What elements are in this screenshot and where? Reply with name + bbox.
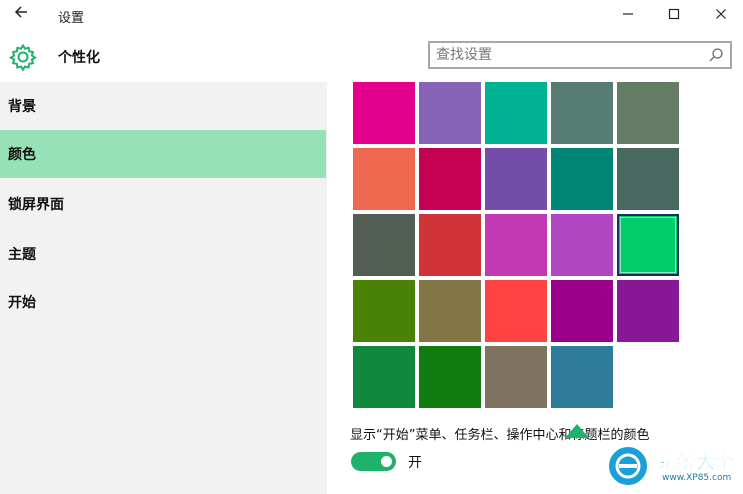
logo-icon [606, 444, 650, 488]
page-title: 个性化 [58, 50, 100, 66]
color-swatch[interactable] [419, 82, 481, 144]
color-swatch[interactable] [419, 214, 481, 276]
minimize-button[interactable] [616, 4, 640, 26]
sidebar-item-themes[interactable]: 主题 [0, 230, 326, 278]
color-swatch[interactable] [485, 214, 547, 276]
color-swatch[interactable] [617, 148, 679, 210]
color-swatch[interactable] [485, 148, 547, 210]
sidebar: 背景 颜色 锁屏界面 主题 开始 [0, 82, 327, 494]
sidebar-item-lock-screen[interactable]: 锁屏界面 [0, 180, 326, 228]
close-button[interactable] [709, 4, 733, 26]
sidebar-item-label: 主题 [8, 247, 36, 263]
color-swatch[interactable] [551, 82, 613, 144]
color-swatch[interactable] [551, 280, 613, 342]
color-swatch[interactable] [551, 346, 613, 408]
sidebar-item-start[interactable]: 开始 [0, 278, 326, 326]
color-swatch[interactable] [419, 346, 481, 408]
sidebar-item-label: 锁屏界面 [8, 197, 64, 213]
color-swatch[interactable] [551, 148, 613, 210]
toggle-knob [381, 456, 392, 467]
toggle-state-label: 开 [408, 455, 422, 471]
color-swatch[interactable] [353, 280, 415, 342]
gear-icon [8, 42, 38, 72]
sidebar-item-colors[interactable]: 颜色 [0, 130, 326, 178]
show-color-toggle[interactable] [351, 452, 396, 471]
color-swatch[interactable] [485, 346, 547, 408]
color-swatch[interactable] [419, 280, 481, 342]
search-box[interactable] [428, 41, 732, 69]
sidebar-item-label: 颜色 [8, 147, 36, 163]
sidebar-item-background[interactable]: 背景 [0, 82, 326, 130]
color-swatch[interactable] [485, 82, 547, 144]
color-swatch[interactable] [353, 82, 415, 144]
color-swatch[interactable] [353, 148, 415, 210]
color-swatch[interactable] [551, 214, 613, 276]
color-swatch[interactable] [617, 214, 679, 276]
sidebar-item-label: 背景 [8, 99, 36, 115]
watermark-triangle [565, 424, 589, 438]
sidebar-item-label: 开始 [8, 295, 36, 311]
color-swatch[interactable] [485, 280, 547, 342]
app-title: 设置 [58, 11, 85, 26]
content-pane: 显示“开始”菜单、任务栏、操作中心和标题栏的颜色 开 [327, 82, 743, 494]
page-header: 个性化 [0, 30, 743, 82]
title-bar: 设置 [0, 0, 743, 30]
watermark-text: 系统大全 [658, 451, 735, 474]
color-swatch[interactable] [353, 346, 415, 408]
maximize-button[interactable] [662, 4, 686, 26]
color-swatch[interactable] [617, 280, 679, 342]
color-swatch[interactable] [419, 148, 481, 210]
search-icon[interactable] [706, 45, 726, 65]
watermark-url: www.XP85.com [662, 473, 732, 483]
watermark-logo: 系统大全 www.XP85.com [602, 440, 743, 494]
search-input[interactable] [436, 45, 701, 65]
color-swatch[interactable] [617, 82, 679, 144]
back-arrow-icon[interactable] [10, 4, 32, 26]
color-swatch[interactable] [353, 214, 415, 276]
